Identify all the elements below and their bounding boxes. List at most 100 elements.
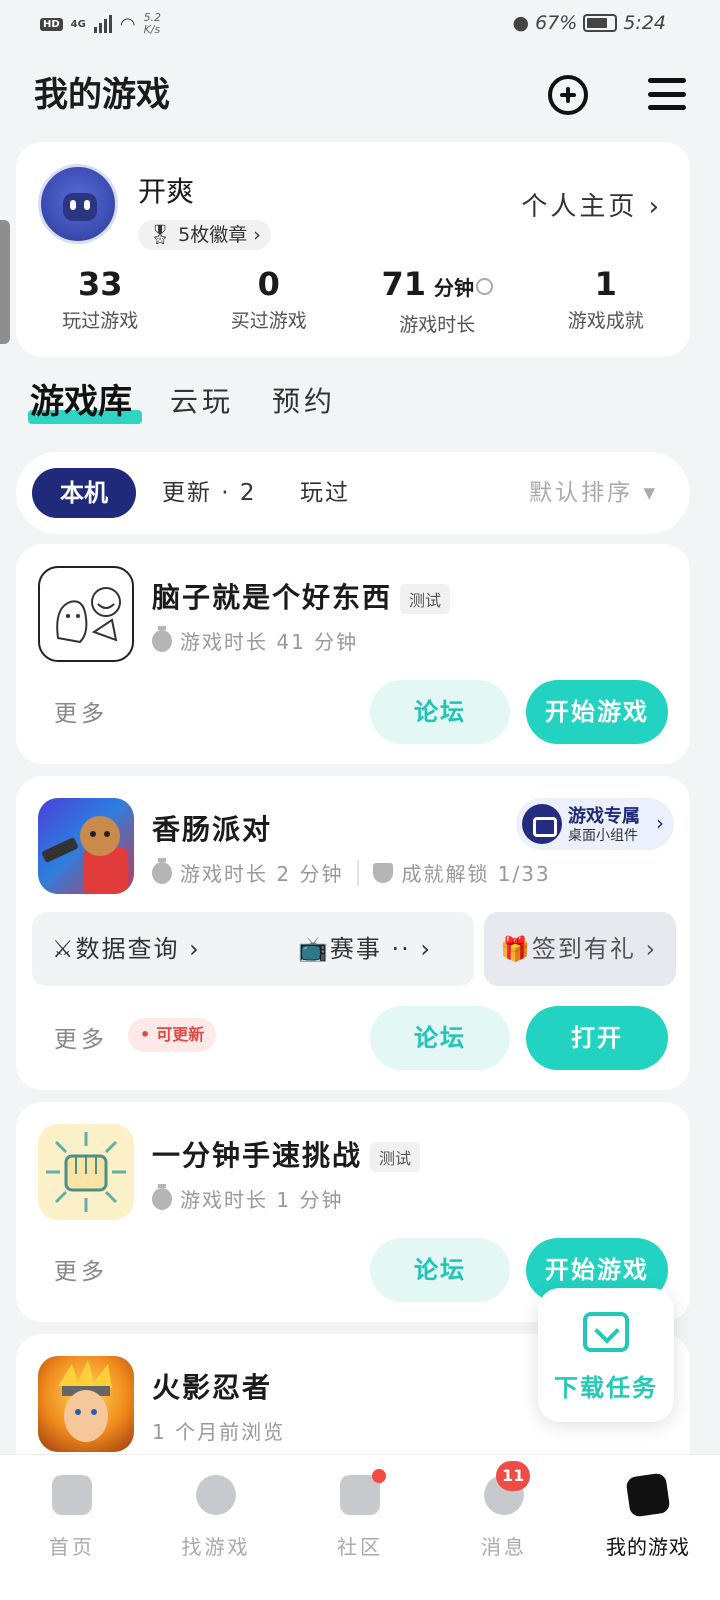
game-title[interactable]: 香肠派对	[152, 808, 272, 848]
nav-label: 我的游戏	[606, 1535, 690, 1559]
playtime: 游戏时长 1 分钟	[180, 1188, 344, 1212]
forum-button[interactable]: 论坛	[370, 1006, 510, 1070]
quick-links: ⚔数据查询 › 📺赛事 ·· › 🎁签到有礼 ›	[32, 912, 676, 986]
game-title[interactable]: 火影忍者	[152, 1366, 272, 1406]
message-count-badge: 11	[496, 1461, 531, 1491]
tab-reservations[interactable]: 预约	[272, 376, 336, 428]
stat-value: 71	[381, 265, 427, 303]
game-icon[interactable]	[38, 1124, 134, 1220]
data-query-link[interactable]: ⚔数据查询 ›	[52, 912, 201, 986]
more-button[interactable]: 更多	[54, 1020, 108, 1054]
stat-played[interactable]: 33 玩过游戏	[16, 264, 185, 337]
wifi-icon: ◠	[119, 13, 136, 35]
status-right: ● 67% 5:24	[513, 12, 667, 34]
badges-chip[interactable]: 🎖 5枚徽章 ›	[138, 220, 271, 250]
stat-label: 游戏成就	[567, 310, 644, 332]
tab-cloud[interactable]: 云玩	[170, 376, 234, 428]
game-icon[interactable]	[38, 566, 134, 662]
download-icon	[583, 1312, 629, 1352]
nav-messages[interactable]: 11 消息	[432, 1455, 576, 1600]
stat-value: 1	[594, 265, 617, 303]
more-button[interactable]: 更多	[54, 1252, 108, 1286]
homepage-link[interactable]: 个人主页 ›	[521, 186, 662, 223]
stat-label: 玩过游戏	[62, 310, 139, 332]
username: 开爽	[138, 175, 195, 208]
divider	[357, 859, 360, 886]
hd-icon: HD	[40, 17, 63, 31]
battery-percent: 67%	[535, 12, 578, 34]
add-game-button[interactable]	[548, 75, 588, 115]
game-title[interactable]: 一分钟手速挑战 测试	[152, 1134, 421, 1174]
start-game-button[interactable]: 开始游戏	[526, 680, 668, 744]
info-icon[interactable]	[476, 277, 494, 295]
library-tabs: 游戏库 云玩 预约	[28, 376, 690, 432]
open-game-button[interactable]: 打开	[526, 1006, 668, 1070]
stat-bought[interactable]: 0 买过游戏	[185, 264, 354, 337]
profile-card: 开爽 🎖 5枚徽章 › 个人主页 › 33 玩过游戏 0 买过游戏 71 分钟 游…	[16, 142, 690, 357]
stat-value: 0	[257, 265, 280, 303]
avatar[interactable]	[38, 164, 118, 244]
quick-links-side: 🎁签到有礼 ›	[484, 912, 676, 986]
stat-value: 33	[77, 265, 123, 303]
chevron-right-icon: ›	[656, 811, 664, 835]
events-link[interactable]: 📺赛事 ·· ›	[298, 912, 432, 986]
trophy-icon	[373, 862, 394, 883]
timer-icon	[152, 1183, 172, 1210]
tab-library[interactable]: 游戏库	[28, 376, 142, 428]
nav-my-games[interactable]: 我的游戏	[576, 1455, 720, 1600]
game-meta: 游戏时长 41 分钟	[152, 625, 359, 655]
game-title[interactable]: 脑子就是个好东西 测试	[152, 576, 451, 616]
game-card: 脑子就是个好东西 测试 游戏时长 41 分钟 更多 论坛 开始游戏	[16, 544, 690, 764]
forum-button[interactable]: 论坛	[370, 1238, 510, 1302]
achievement-progress: 成就解锁 1/33	[401, 862, 551, 886]
stat-achievements[interactable]: 1 游戏成就	[522, 264, 691, 337]
stat-label: 买过游戏	[230, 310, 307, 332]
status-bar: HD 4G ◠ 5.2 K/s ● 67% 5:24	[0, 0, 720, 50]
game-icon[interactable]	[38, 798, 134, 894]
clock: 5:24	[623, 12, 666, 34]
game-meta: 1 个月前浏览	[152, 1416, 285, 1445]
status-left: HD 4G ◠ 5.2 K/s	[40, 12, 161, 36]
game-meta: 游戏时长 2 分钟 成就解锁 1/33	[152, 857, 551, 887]
desktop-widget-button[interactable]: 游戏专属 桌面小组件 ›	[516, 798, 674, 850]
side-drawer-handle[interactable]	[0, 220, 10, 344]
nav-label: 社区	[337, 1535, 383, 1559]
nav-label: 首页	[49, 1535, 95, 1559]
nav-home[interactable]: 首页	[0, 1455, 144, 1600]
bottom-nav: 首页 找游戏 社区 11 消息 我的游戏	[0, 1454, 720, 1600]
playtime: 游戏时长 2 分钟	[180, 862, 344, 886]
location-icon: ●	[512, 12, 530, 34]
test-tag: 测试	[370, 1142, 421, 1172]
playtime: 游戏时长 41 分钟	[180, 630, 359, 654]
gamepad-icon	[522, 804, 562, 844]
download-task-button[interactable]: 下载任务	[538, 1288, 674, 1422]
checkin-gift-link[interactable]: 🎁签到有礼 ›	[500, 912, 657, 986]
filter-played[interactable]: 玩过	[300, 468, 350, 518]
nav-community[interactable]: 社区	[288, 1455, 432, 1600]
timer-icon	[152, 857, 172, 884]
forum-button[interactable]: 论坛	[370, 680, 510, 744]
filter-updates[interactable]: 更新 · 2	[162, 468, 257, 518]
signal-icon	[93, 15, 112, 33]
widget-subtitle: 桌面小组件	[568, 828, 638, 844]
game-card: 香肠派对 游戏专属 桌面小组件 › 游戏时长 2 分钟 成就解锁 1/33 ⚔数…	[16, 776, 690, 1090]
page-title: 我的游戏	[34, 75, 170, 115]
game-icon[interactable]	[38, 1356, 134, 1452]
stat-playtime[interactable]: 71 分钟 游戏时长	[353, 264, 522, 337]
more-button[interactable]: 更多	[54, 694, 108, 728]
sort-dropdown[interactable]: 默认排序 ▾	[529, 468, 658, 518]
filter-bar: 本机 更新 · 2 玩过 默认排序 ▾	[16, 452, 690, 534]
download-task-label: 下载任务	[554, 1374, 658, 1402]
stat-unit: 分钟	[434, 276, 475, 300]
stat-label: 游戏时长	[399, 314, 476, 336]
update-available-badge[interactable]: 可更新	[128, 1018, 217, 1052]
gamepad-icon	[625, 1472, 671, 1518]
nav-discover[interactable]: 找游戏	[144, 1455, 288, 1600]
network-speed: 5.2 K/s	[143, 11, 162, 36]
medal-icon: 🎖	[148, 224, 173, 246]
last-viewed: 1 个月前浏览	[152, 1420, 286, 1444]
quick-links-main: ⚔数据查询 › 📺赛事 ·· ›	[32, 912, 474, 986]
game-meta: 游戏时长 1 分钟	[152, 1183, 344, 1213]
menu-button[interactable]	[648, 78, 686, 110]
filter-local[interactable]: 本机	[32, 468, 136, 518]
